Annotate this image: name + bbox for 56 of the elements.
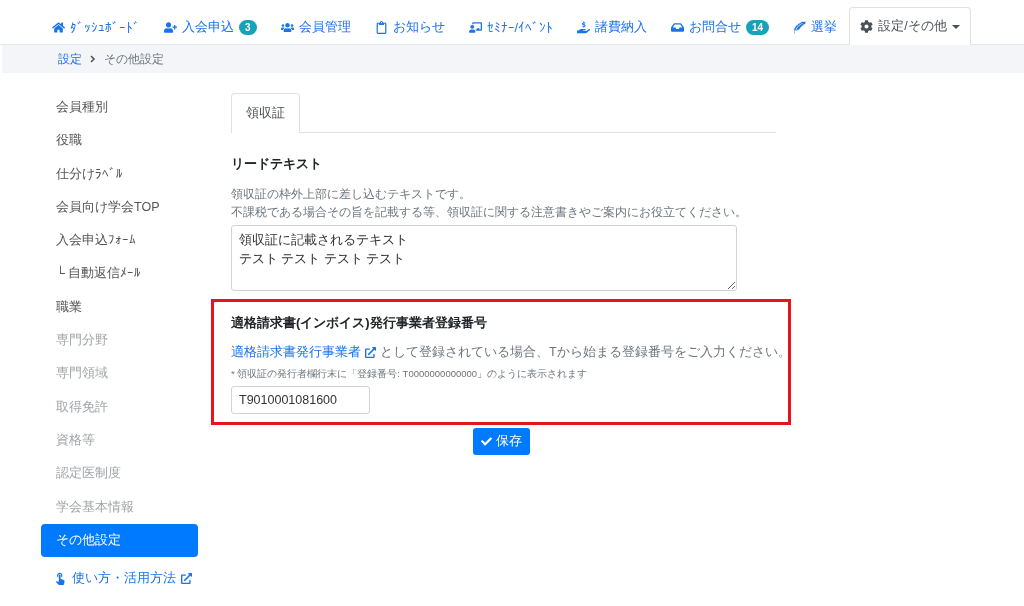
nav-tab-label: お知らせ bbox=[392, 19, 445, 36]
section-title: リードテキスト bbox=[231, 155, 323, 173]
nav-tab-label: 会員管理 bbox=[298, 19, 351, 36]
sidebar-item[interactable]: 職業 bbox=[41, 290, 198, 325]
inbox-icon bbox=[671, 21, 685, 34]
nav-tab[interactable]: お知らせ bbox=[362, 9, 457, 45]
sidebar-item[interactable]: 役職 bbox=[41, 124, 198, 158]
nav-tab[interactable]: 会員管理 bbox=[268, 9, 363, 45]
count-badge: 14 bbox=[746, 20, 770, 35]
external-link-icon bbox=[181, 572, 192, 584]
nav-tab-label: ｾﾐﾅｰ/ｲﾍﾞﾝﾄ bbox=[486, 20, 554, 35]
description-text: 領収証の枠外上部に差し込むテキストです。 bbox=[231, 186, 472, 203]
presentation-icon bbox=[468, 21, 482, 34]
description-text: 不課税である場合その旨を記載する等、領収証に関する注意書きやご案内にお役立てください。 bbox=[231, 204, 748, 221]
section-title: 適格請求書(インボイス)発行事業者登録番号 bbox=[231, 314, 488, 332]
clipboard-icon bbox=[374, 21, 388, 34]
invoice-issuer-link[interactable]: 適格請求書発行事業者 bbox=[231, 344, 376, 361]
sidebar-item[interactable]: 入会申込ﾌｫｰﾑ bbox=[41, 224, 198, 258]
count-badge: 3 bbox=[239, 20, 257, 35]
nav-tab[interactable]: ﾀﾞｯｼｭﾎﾞｰﾄﾞ bbox=[40, 9, 152, 45]
nav-tab[interactable]: 選挙 bbox=[781, 9, 850, 45]
nav-tab-label: 入会申込 bbox=[182, 19, 234, 36]
chevron-icon bbox=[90, 55, 96, 63]
nav-tab-label: ﾀﾞｯｼｭﾎﾞｰﾄﾞ bbox=[70, 20, 140, 35]
users-icon bbox=[280, 21, 294, 34]
note-text: * 領収証の発行者欄行末に「登録番号: T0000000000000」のように表示されます bbox=[231, 368, 589, 381]
tab[interactable]: 領収証 bbox=[231, 93, 300, 133]
nav-tab-label: 設定/その他 bbox=[878, 18, 947, 35]
sidebar-item[interactable]: 仕分けﾗﾍﾞﾙ bbox=[41, 157, 198, 191]
nav-tab[interactable]: ｾﾐﾅｰ/ｲﾍﾞﾝﾄ bbox=[456, 9, 566, 45]
nav-tab[interactable]: 入会申込 3 bbox=[152, 9, 269, 45]
lead-text-field[interactable]: 領収証に記載されるテキスト テスト テスト テスト テスト bbox=[231, 225, 737, 291]
feather-icon bbox=[793, 21, 807, 34]
sidebar-item[interactable]: └ 自動返信ﾒｰﾙ bbox=[41, 257, 198, 291]
home-icon bbox=[52, 21, 65, 34]
description-text: として登録されている場合、Tから始まる登録番号をご入力ください。 bbox=[380, 344, 791, 361]
nav-tab-label: 選挙 bbox=[811, 19, 838, 36]
help-link[interactable]: 使い方・活用方法 bbox=[41, 569, 198, 588]
nav-tab-label: 諸費納入 bbox=[595, 19, 648, 36]
registration-number-field[interactable]: T9010001081600 bbox=[231, 386, 370, 414]
external-link-icon bbox=[365, 347, 376, 358]
breadcrumb-current: その他設定 bbox=[104, 50, 164, 68]
nav-tab[interactable]: お問合せ 14 bbox=[659, 9, 782, 45]
save-button[interactable]: 保存 bbox=[472, 428, 530, 455]
tap-icon bbox=[53, 571, 67, 586]
hand-icon bbox=[577, 21, 591, 34]
nav-tab[interactable]: 設定/その他 bbox=[849, 7, 971, 45]
sidebar-item[interactable]: 会員種別 bbox=[41, 91, 198, 125]
sidebar-item[interactable]: 会員向け学会TOP bbox=[41, 190, 198, 225]
settings-icon bbox=[860, 20, 874, 33]
user-plus-icon bbox=[164, 21, 177, 34]
sidebar-item[interactable]: その他設定 bbox=[41, 523, 198, 558]
check-icon bbox=[480, 436, 492, 447]
nav-tab[interactable]: 諸費納入 bbox=[565, 9, 660, 45]
breadcrumb-link[interactable]: 設定 bbox=[58, 50, 82, 68]
nav-tab-label: お問合せ bbox=[689, 19, 742, 36]
